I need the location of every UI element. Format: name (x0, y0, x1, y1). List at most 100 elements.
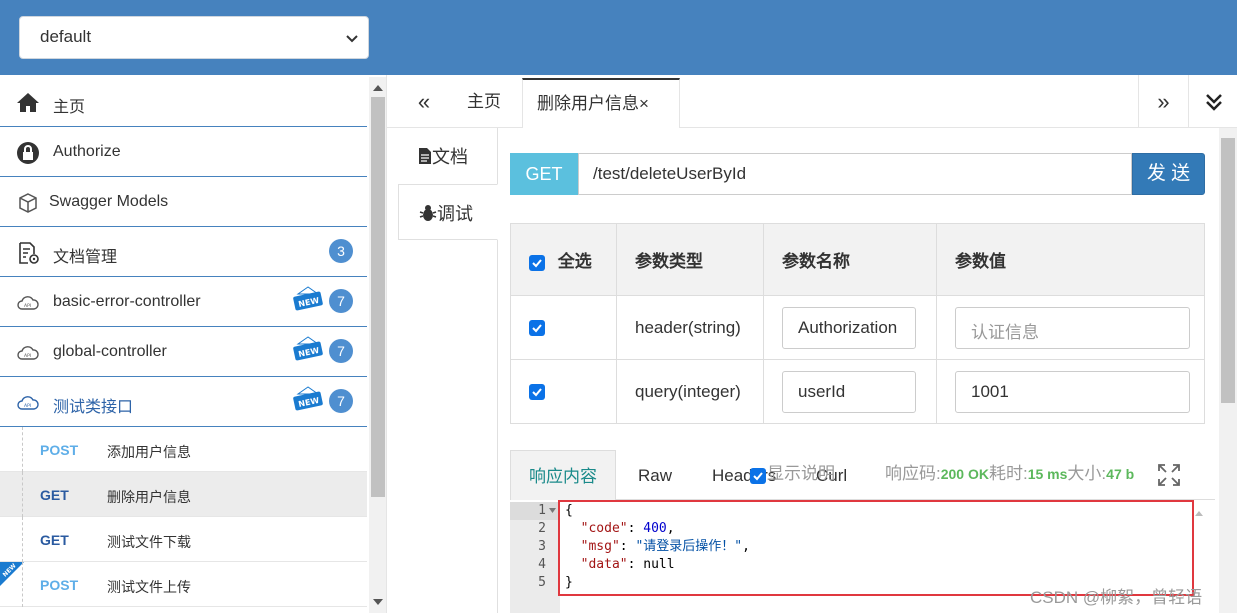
column-header: 参数名称 (763, 223, 937, 296)
new-tag-icon: NEW (293, 386, 323, 411)
home-icon (17, 93, 39, 112)
column-header: 参数值 (936, 223, 1205, 296)
tree-line (22, 472, 23, 517)
count-badge: 7 (329, 289, 353, 313)
line-number: 4 (538, 557, 546, 572)
table-row: query(integer) userId 1001 (510, 359, 1205, 424)
select-all-header[interactable]: 全选 (510, 223, 617, 296)
method-label: POST (40, 577, 79, 593)
svg-text:API: API (24, 303, 31, 309)
scroll-down-icon[interactable] (373, 599, 383, 607)
select-all-checkbox[interactable] (529, 254, 545, 271)
sidebar-item-test-api[interactable]: API 测试类接口 NEW 7 (0, 377, 367, 427)
tab-doc[interactable]: 文档 (398, 128, 498, 184)
send-button[interactable]: 发 送 (1132, 153, 1205, 195)
group-select-value: default (40, 27, 92, 46)
api-cloud-icon: API (17, 346, 39, 360)
request-bar: GET /test/deleteUserById 发 送 (510, 153, 1205, 195)
sidebar-item-global-controller[interactable]: API global-controller NEW 7 (0, 327, 367, 377)
tab-raw[interactable]: Raw (638, 450, 672, 500)
tree-line (22, 517, 23, 562)
scroll-thumb[interactable] (1221, 138, 1235, 403)
bug-icon (419, 205, 437, 221)
tab-delete-user[interactable]: 删除用户信息× (522, 78, 680, 128)
fold-arrow-icon[interactable] (549, 508, 556, 514)
sidebar: 主页 Authorize Swagger Models 文档管理 3 API b… (0, 75, 387, 613)
table-row: header(string) Authorization 认证信息 (510, 295, 1205, 360)
tab-bar: « 主页 删除用户信息× » (387, 75, 1237, 128)
api-cloud-icon: API (17, 296, 39, 310)
endpoint-item[interactable]: GET 删除用户信息 (0, 472, 367, 517)
tab-prev-button[interactable]: « (399, 75, 449, 128)
endpoint-name: 测试文件上传 (107, 579, 191, 595)
show-desc-checkbox[interactable] (750, 468, 766, 484)
new-tag-icon: NEW (293, 286, 323, 311)
line-number: 5 (538, 575, 546, 590)
tab-home[interactable]: 主页 (453, 78, 515, 128)
tab-next-button[interactable]: » (1138, 75, 1188, 128)
sidebar-scrollbar[interactable] (369, 77, 386, 613)
fullscreen-icon[interactable] (1158, 464, 1180, 486)
param-value-input[interactable]: 认证信息 (955, 306, 1190, 349)
sidebar-item-label: Swagger Models (49, 193, 169, 210)
endpoint-name: 删除用户信息 (107, 489, 191, 505)
method-badge: GET (510, 153, 578, 195)
url-input[interactable]: /test/deleteUserById (578, 153, 1132, 195)
scroll-up-icon[interactable] (373, 83, 383, 91)
row-checkbox[interactable] (529, 320, 545, 337)
tree-line (22, 562, 23, 607)
sidebar-item-basic-error-controller[interactable]: API basic-error-controller NEW 7 (0, 277, 367, 327)
cube-icon (19, 193, 37, 213)
tab-close-icon[interactable]: × (639, 94, 649, 113)
sidebar-item-swagger-models[interactable]: Swagger Models (0, 177, 367, 227)
elapsed-time: 15 ms (1027, 466, 1068, 482)
tab-more-button[interactable] (1188, 75, 1237, 128)
endpoint-name: 添加用户信息 (107, 444, 191, 460)
sidebar-item-home[interactable]: 主页 (0, 77, 367, 127)
endpoint-name: 测试文件下载 (107, 534, 191, 550)
tab-label: 删除用户信息 (537, 94, 639, 113)
param-type: header(string) (616, 295, 764, 360)
sidebar-item-label: basic-error-controller (53, 293, 201, 310)
method-label: POST (40, 442, 79, 458)
count-badge: 7 (329, 339, 353, 363)
highlight-box (558, 500, 1194, 596)
group-select[interactable]: default (19, 16, 369, 59)
tab-response-content[interactable]: 响应内容 (510, 450, 616, 500)
svg-text:API: API (24, 353, 31, 359)
endpoint-item[interactable]: NEW POST 测试文件上传 (0, 562, 367, 607)
endpoint-item[interactable]: GET 测试文件下载 (0, 517, 367, 562)
scroll-thumb[interactable] (371, 97, 385, 497)
corner-new-icon: NEW (0, 562, 24, 586)
params-table: 全选 参数类型 参数名称 参数值 header(string) Authoriz… (510, 223, 1205, 424)
row-checkbox[interactable] (529, 384, 545, 401)
new-tag-icon: NEW (293, 336, 323, 361)
sidebar-item-label: 文档管理 (53, 249, 118, 266)
count-badge: 3 (329, 239, 353, 263)
select-all-label: 全选 (557, 252, 592, 271)
response-tabs: 响应内容 Raw Headers Curl 显示说明 响应码:200 OK耗时:… (510, 450, 1215, 500)
time-label: 耗时: (988, 464, 1028, 483)
line-gutter: 1 2 3 4 5 (510, 502, 560, 613)
vertical-tabs: 文档 调试 (398, 128, 498, 240)
response-meta: 响应码:200 OK耗时:15 ms大小:47 b (885, 450, 1134, 498)
main-scrollbar[interactable] (1219, 128, 1237, 613)
tree-line (22, 427, 23, 472)
status-code: 200 OK (940, 466, 989, 482)
document-icon (419, 148, 431, 164)
code-label: 响应码: (885, 464, 941, 483)
method-label: GET (40, 487, 69, 503)
sidebar-item-doc-manage[interactable]: 文档管理 3 (0, 227, 367, 277)
svg-text:API: API (24, 403, 31, 409)
endpoint-item[interactable]: POST 添加用户信息 (0, 427, 367, 472)
top-header: default (0, 0, 1237, 75)
param-name-input[interactable]: Authorization (782, 306, 916, 349)
param-name-input[interactable]: userId (782, 370, 916, 413)
sidebar-item-authorize[interactable]: Authorize (0, 127, 367, 177)
chevron-down-icon (346, 35, 358, 43)
line-number: 2 (538, 521, 546, 536)
show-desc-label: 显示说明 (767, 464, 835, 483)
tab-debug[interactable]: 调试 (398, 184, 498, 240)
param-value-input[interactable]: 1001 (955, 370, 1190, 413)
expand-down-icon (1205, 94, 1222, 111)
